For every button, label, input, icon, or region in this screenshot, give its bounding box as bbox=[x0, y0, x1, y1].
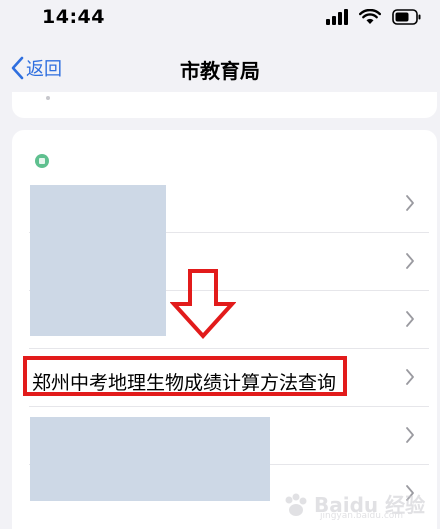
watermark-url: jingyan.baidu.com bbox=[320, 511, 404, 521]
status-bar: 14:44 bbox=[0, 0, 440, 36]
status-icons bbox=[325, 9, 422, 27]
chevron-right-icon bbox=[403, 310, 417, 328]
paw-logo-icon bbox=[285, 493, 307, 516]
battery-icon bbox=[392, 9, 421, 25]
page-title: 市教育局 bbox=[180, 59, 260, 83]
chevron-right-icon bbox=[403, 252, 417, 270]
cellular-signal-icon bbox=[325, 9, 348, 25]
app-logo-icon bbox=[35, 154, 49, 168]
redacted-content bbox=[30, 417, 270, 501]
chevron-right-icon bbox=[403, 368, 417, 386]
chevron-right-icon bbox=[403, 194, 417, 212]
chevron-right-icon bbox=[403, 426, 417, 444]
wifi-icon bbox=[358, 9, 381, 24]
status-time: 14:44 bbox=[42, 6, 105, 28]
dot-indicator bbox=[46, 96, 50, 100]
list-item-label[interactable]: 郑州中考地理生物成绩计算方法查询 bbox=[32, 368, 336, 395]
nav-bar: 返回 市教育局 bbox=[0, 44, 440, 92]
previous-card bbox=[12, 92, 437, 118]
down-arrow-icon bbox=[170, 269, 236, 339]
redacted-content bbox=[30, 185, 166, 336]
watermark: Baidu 经验 jingyan.baidu.com bbox=[280, 489, 430, 523]
